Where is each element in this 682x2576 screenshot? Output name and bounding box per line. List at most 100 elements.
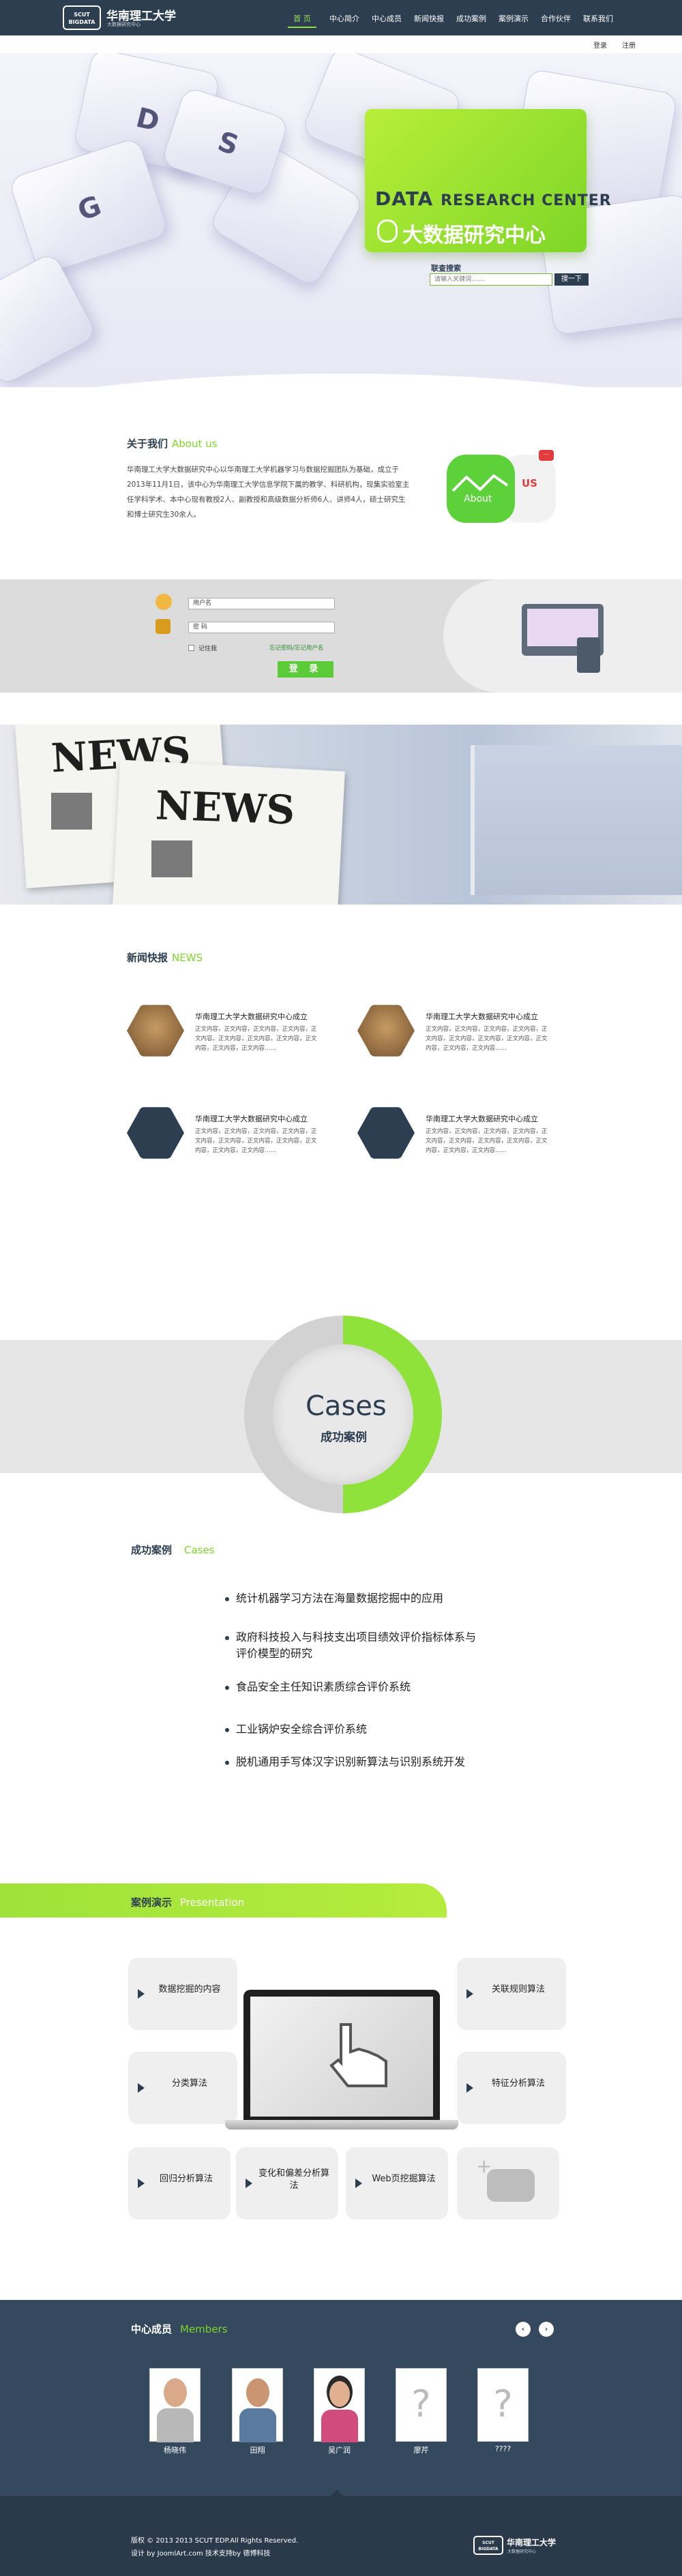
- add-demo-box[interactable]: +: [457, 2147, 559, 2219]
- demo-box[interactable]: Web页挖掘算法: [346, 2147, 448, 2219]
- news-title-cn: 新闻快报: [127, 952, 168, 964]
- cases-title-cn: 成功案例: [131, 1544, 173, 1556]
- demo-box[interactable]: 回归分析算法: [128, 2147, 231, 2219]
- laptop-base: [225, 2120, 458, 2130]
- member-photo-placeholder[interactable]: ?: [396, 2368, 447, 2442]
- news-thumbnail[interactable]: [357, 1005, 415, 1057]
- face: [329, 2381, 350, 2407]
- nav-partners[interactable]: 合作伙伴: [535, 0, 577, 35]
- design-credit[interactable]: 设计 by JoomlArt.com 技术支持by 德博科技: [131, 2547, 270, 2558]
- prev-arrow-icon[interactable]: ‹: [516, 2322, 531, 2337]
- demo-label: 回归分析算法: [159, 2174, 213, 2184]
- search-button[interactable]: 搜一下: [554, 273, 589, 286]
- nav-home[interactable]: 首 页: [281, 0, 323, 35]
- news-item-desc: 正文内容，正文内容，正文内容，正文内容，正文内容，正文内容，正文内容，正文内容，…: [426, 1128, 548, 1154]
- search-input[interactable]: 请输入关键词.......: [430, 273, 552, 286]
- nav-demo[interactable]: 案例演示: [492, 0, 535, 35]
- presentation-heading: 案例演示 Presentation: [131, 1895, 244, 1909]
- presentation-title-cn: 案例演示: [131, 1896, 173, 1909]
- news-thumbnail[interactable]: [357, 1107, 415, 1159]
- user-icon: [155, 594, 172, 610]
- about-title-en: About us: [172, 438, 218, 450]
- member-photo[interactable]: [232, 2368, 283, 2442]
- username-input[interactable]: 用户名: [188, 598, 335, 609]
- demo-box[interactable]: 数据挖掘的内容: [128, 1958, 237, 2030]
- news-item-title[interactable]: 华南理工大学大数据研究中心成立: [426, 1113, 538, 1124]
- nav-about[interactable]: 中心简介: [323, 0, 366, 35]
- about-text: 华南理工大学大数据研究中心以华南理工大学机器学习与数据挖掘团队为基础，成立于20…: [127, 466, 410, 519]
- remember-checkbox[interactable]: [188, 645, 194, 651]
- copyright-text: 版权 © 2013 2013 SCUT EDP.All Rights Reser…: [131, 2537, 299, 2545]
- case-item[interactable]: 食品安全主任知识素质综合评价系统: [236, 1679, 478, 1695]
- next-arrow-icon[interactable]: ›: [539, 2322, 554, 2337]
- play-icon: [138, 2083, 145, 2093]
- window-frame: [471, 745, 682, 895]
- news-item-title[interactable]: 华南理工大学大数据研究中心成立: [426, 1011, 538, 1022]
- hero-title-b: RESEARCH CENTER: [441, 192, 612, 209]
- footer-logo-title: 华南理工大学: [507, 2538, 557, 2547]
- news-item-title[interactable]: 华南理工大学大数据研究中心成立: [195, 1011, 308, 1022]
- mouse-icon: [377, 219, 398, 243]
- member-name: ????: [494, 2444, 512, 2453]
- demo-box[interactable]: 变化和偏差分析算法: [236, 2147, 338, 2219]
- member-photo-placeholder[interactable]: ?: [477, 2368, 529, 2442]
- news-photo: [151, 840, 192, 877]
- news-heading: 新闻快报 NEWS: [127, 950, 203, 965]
- news-thumbnail[interactable]: [127, 1005, 184, 1057]
- logo-line1: SCUT: [74, 12, 90, 18]
- site-logo[interactable]: SCUT BIGDATA: [63, 5, 101, 30]
- hero-bottom-curve: [0, 374, 682, 387]
- play-icon: [466, 1989, 473, 1999]
- demo-label: 数据挖掘的内容: [158, 1984, 221, 1995]
- news-item-desc: 正文内容，正文内容，正文内容，正文内容，正文内容，正文内容，正文内容，正文内容，…: [426, 1026, 548, 1052]
- logo-line2: BIGDATA: [68, 19, 95, 25]
- play-icon: [138, 1989, 145, 1999]
- shoulders: [321, 2410, 358, 2442]
- tablet-icon: [577, 637, 600, 673]
- account-bar: [0, 35, 682, 53]
- keyboard-key: [0, 251, 98, 387]
- play-icon: [355, 2179, 362, 2188]
- nav-news[interactable]: 新闻快报: [408, 0, 450, 35]
- question-icon: ?: [411, 2382, 431, 2425]
- register-link[interactable]: 注册: [622, 40, 636, 50]
- nav-members[interactable]: 中心成员: [366, 0, 408, 35]
- hero-title: DATA RESEARCH CENTER: [375, 187, 612, 210]
- login-button[interactable]: 登 录: [278, 661, 333, 678]
- news-thumbnail[interactable]: [127, 1107, 184, 1159]
- cases-heading: 成功案例 Cases: [131, 1543, 215, 1557]
- members-title-en: Members: [180, 2323, 228, 2335]
- footer-logo-subtitle: 大数据研究中心: [507, 2549, 537, 2554]
- password-input[interactable]: 密 码: [188, 622, 335, 633]
- news-item-title[interactable]: 华南理工大学大数据研究中心成立: [195, 1113, 308, 1124]
- cases-ring-subtitle: 成功案例: [321, 1431, 367, 1444]
- main-nav: 首 页 中心简介 中心成员 新闻快报 成功案例 案例演示 合作伙伴 联系我们: [281, 0, 619, 35]
- demo-box[interactable]: 分类算法: [128, 2052, 237, 2124]
- login-link[interactable]: 登录: [593, 40, 607, 50]
- member-photo[interactable]: [149, 2368, 201, 2442]
- face: [246, 2378, 269, 2407]
- remember-label: 记住我: [198, 646, 218, 652]
- forgot-link[interactable]: 忘记密码/忘记用户名: [269, 643, 323, 652]
- chat-bubble-icon: ...: [539, 450, 554, 461]
- logo-subtitle: 大数据研究中心: [107, 22, 140, 27]
- case-item[interactable]: 工业锅炉安全综合评价系统: [236, 1721, 478, 1738]
- case-item[interactable]: 统计机器学习方法在海量数据挖掘中的应用: [236, 1590, 478, 1607]
- demo-box[interactable]: 特征分析算法: [457, 2052, 566, 2124]
- case-item[interactable]: 政府科技投入与科技支出项目绩效评价指标体系与评价模型的研究: [236, 1629, 478, 1662]
- hero-title-a: DATA: [375, 187, 434, 210]
- nav-contact[interactable]: 联系我们: [577, 0, 619, 35]
- add-icon: +: [476, 2155, 492, 2177]
- demo-box[interactable]: 关联规则算法: [457, 1958, 566, 2030]
- footer-logo[interactable]: SCUT BIGDATA: [473, 2536, 503, 2555]
- footer: [0, 2496, 682, 2576]
- news-item-desc: 正文内容，正文内容，正文内容，正文内容，正文内容，正文内容，正文内容，正文内容，…: [195, 1128, 317, 1154]
- bullet-icon: [225, 1761, 229, 1765]
- news-headline: NEWS: [154, 782, 296, 834]
- case-item[interactable]: 脱机通用手写体汉字识别新算法与识别系统开发: [236, 1754, 478, 1770]
- nav-cases[interactable]: 成功案例: [450, 0, 492, 35]
- footer-logo-line1: SCUT: [482, 2541, 494, 2545]
- member-name: 杨晓伟: [164, 2446, 186, 2455]
- member-photo[interactable]: [314, 2368, 365, 2442]
- lock-icon: [155, 619, 170, 634]
